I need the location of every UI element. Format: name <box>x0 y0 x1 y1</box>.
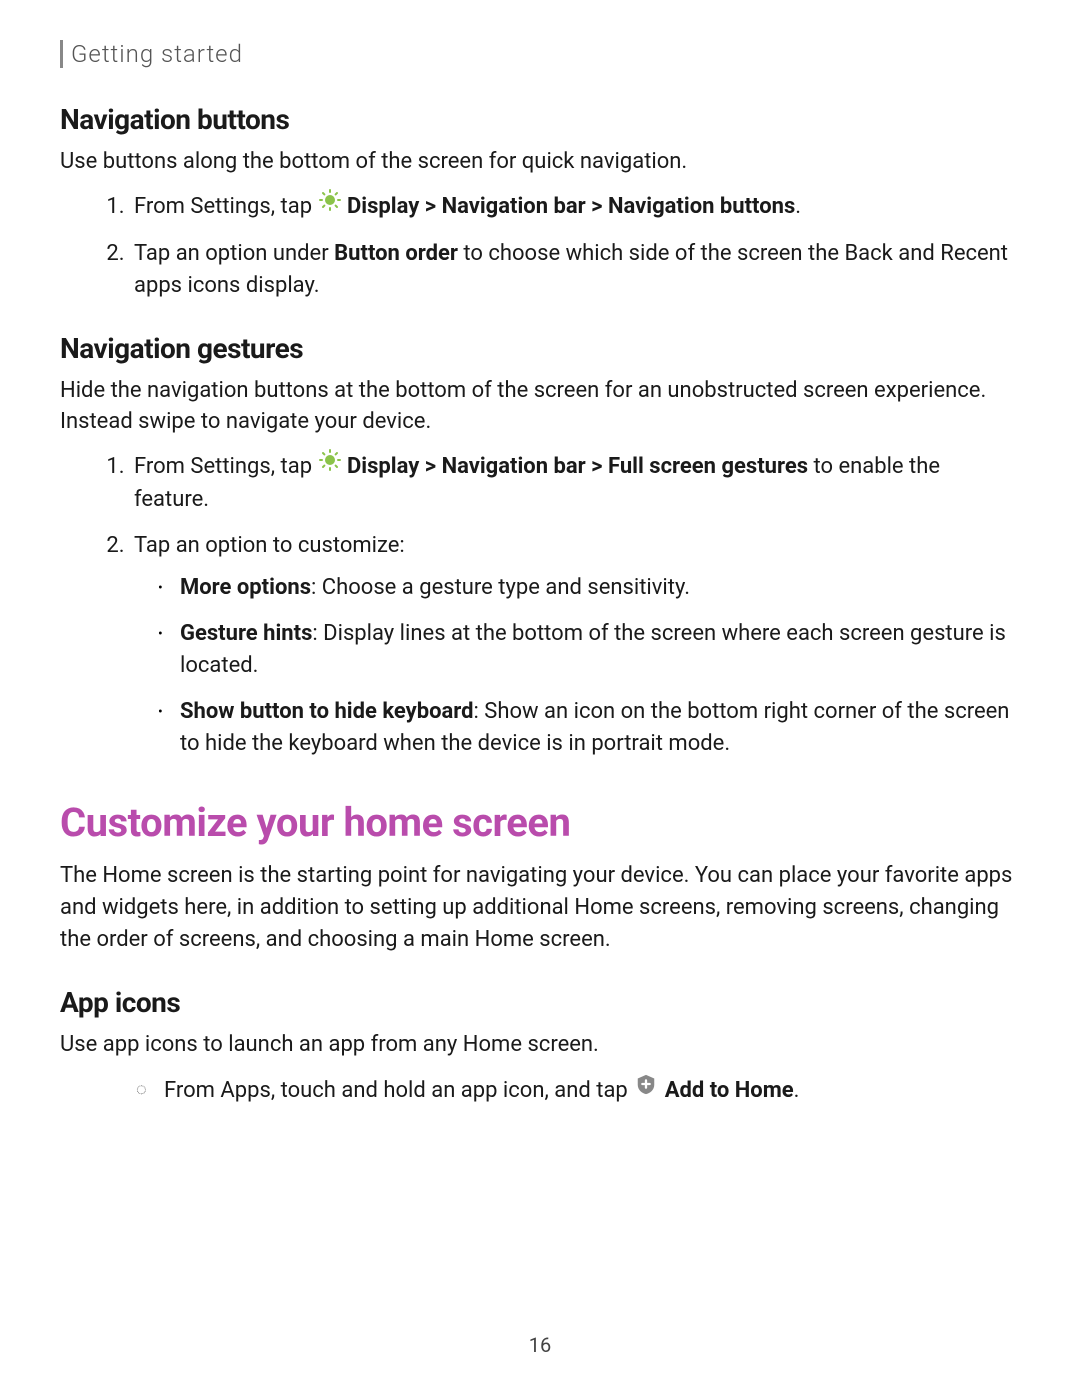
heading-navigation-buttons: Navigation buttons <box>60 103 1020 136</box>
page-number: 16 <box>0 1333 1080 1357</box>
intro-customize-home-screen: The Home screen is the starting point fo… <box>60 860 1020 956</box>
option-bold: Show button to hide keyboard <box>180 699 474 724</box>
step-text-end: . <box>794 1078 800 1103</box>
step-bold: Button order <box>334 241 458 266</box>
step-bold: Display > Navigation bar > Navigation bu… <box>347 194 795 219</box>
sub-option: Show button to hide keyboard: Show an ic… <box>158 696 1020 760</box>
intro-app-icons: Use app icons to launch an app from any … <box>60 1029 1020 1061</box>
add-icon <box>635 1073 657 1105</box>
steps-navigation-gestures: From Settings, tap Display > Navigation … <box>60 450 1020 759</box>
breadcrumb: Getting started <box>60 40 1020 68</box>
heading-navigation-gestures: Navigation gestures <box>60 332 1020 365</box>
app-icons-steps: From Apps, touch and hold an app icon, a… <box>60 1075 1020 1107</box>
steps-navigation-buttons: From Settings, tap Display > Navigation … <box>60 190 1020 302</box>
intro-navigation-buttons: Use buttons along the bottom of the scre… <box>60 146 1020 178</box>
brightness-icon <box>318 188 342 222</box>
step-text: From Apps, touch and hold an app icon, a… <box>164 1078 633 1103</box>
sub-option: Gesture hints: Display lines at the bott… <box>158 618 1020 682</box>
intro-navigation-gestures: Hide the navigation buttons at the botto… <box>60 375 1020 439</box>
heading-app-icons: App icons <box>60 986 1020 1019</box>
step-item: From Apps, touch and hold an app icon, a… <box>136 1075 1020 1107</box>
heading-customize-home-screen: Customize your home screen <box>60 799 1020 846</box>
step-text: From Settings, tap <box>134 454 318 479</box>
step-text-end: . <box>795 194 801 219</box>
step-item: From Settings, tap Display > Navigation … <box>130 190 1020 224</box>
option-rest: : Choose a gesture type and sensitivity. <box>311 575 690 600</box>
sub-options-list: More options: Choose a gesture type and … <box>134 572 1020 759</box>
option-bold: Gesture hints <box>180 621 312 646</box>
step-bold: Add to Home <box>665 1078 794 1103</box>
step-item: From Settings, tap Display > Navigation … <box>130 450 1020 516</box>
option-bold: More options <box>180 575 311 600</box>
step-bold: Display > Navigation bar > Full screen g… <box>347 454 808 479</box>
step-item: Tap an option under Button order to choo… <box>130 238 1020 302</box>
sub-option: More options: Choose a gesture type and … <box>158 572 1020 604</box>
step-text: Tap an option to customize: <box>134 533 405 558</box>
brightness-icon <box>318 448 342 482</box>
step-item: Tap an option to customize: More options… <box>130 530 1020 759</box>
step-text: Tap an option under <box>134 241 334 266</box>
step-text: From Settings, tap <box>134 194 318 219</box>
